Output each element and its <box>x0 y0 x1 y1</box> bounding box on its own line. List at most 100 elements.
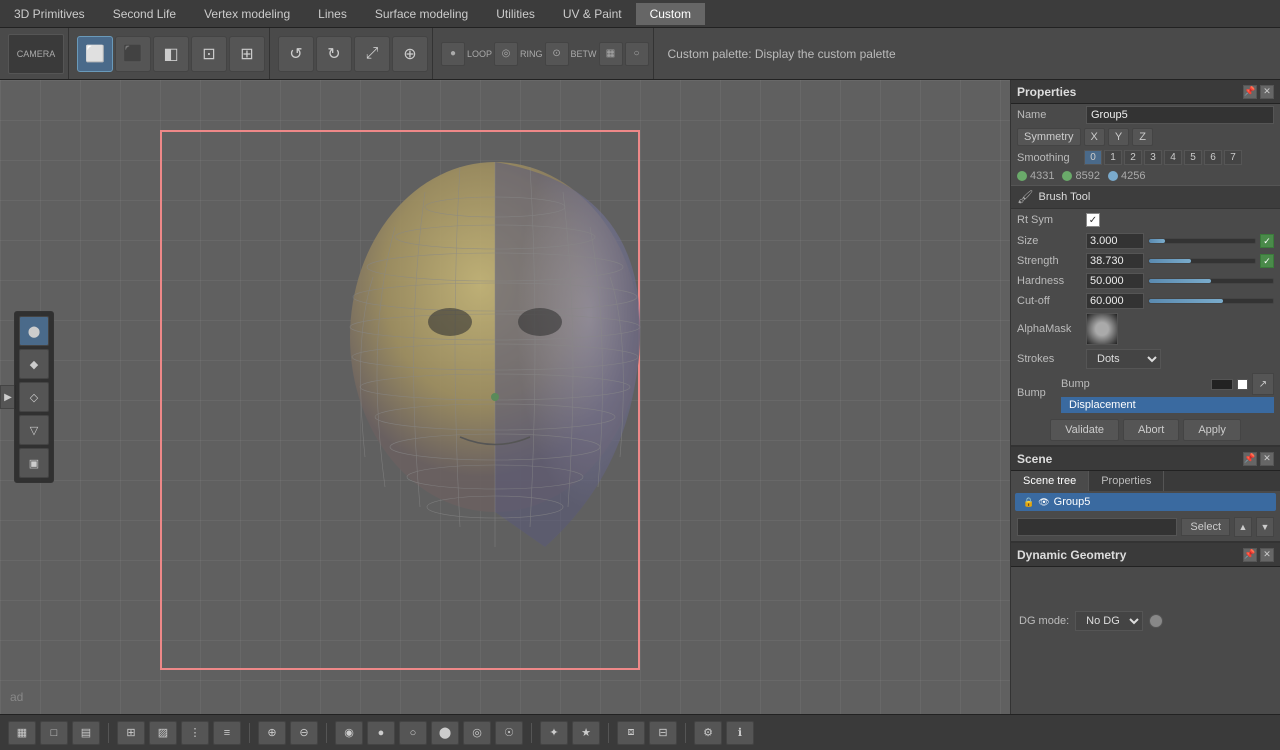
status-settings-button[interactable]: ⚙ <box>694 721 722 745</box>
scene-pin-button[interactable]: 📌 <box>1243 452 1257 466</box>
tab-properties[interactable]: Properties <box>1089 471 1164 491</box>
scene-arrow-down-button[interactable]: ▼ <box>1256 517 1274 537</box>
validate-button[interactable]: Validate <box>1050 419 1119 441</box>
select-ring[interactable]: ◎ <box>494 42 518 66</box>
alphamask-preview[interactable] <box>1086 313 1118 345</box>
size-row: Size ✓ <box>1011 231 1280 251</box>
hardness-slider[interactable] <box>1148 278 1274 284</box>
menu-item-vertex-modeling[interactable]: Vertex modeling <box>190 3 304 25</box>
left-tool-4[interactable]: ▽ <box>19 415 49 445</box>
smoothing-3[interactable]: 3 <box>1144 150 1162 165</box>
menu-item-custom[interactable]: Custom <box>636 3 705 25</box>
dg-mode-select[interactable]: No DG Low Mid High <box>1075 611 1143 631</box>
bump-action-button[interactable]: ↗ <box>1252 373 1274 395</box>
left-tool-5[interactable]: ▣ <box>19 448 49 478</box>
name-input[interactable] <box>1086 106 1274 124</box>
smoothing-6[interactable]: 6 <box>1204 150 1222 165</box>
displacement-button[interactable]: Displacement <box>1061 397 1274 413</box>
strength-check[interactable]: ✓ <box>1260 254 1274 268</box>
scene-group5-item[interactable]: 🔒 👁 Group5 <box>1015 493 1276 511</box>
smoothing-5[interactable]: 5 <box>1184 150 1202 165</box>
select-mode1[interactable]: ▦ <box>599 42 623 66</box>
sym-z-button[interactable]: Z <box>1132 128 1153 146</box>
properties-close-button[interactable]: ✕ <box>1260 85 1274 99</box>
size-check[interactable]: ✓ <box>1260 234 1274 248</box>
view-front-button[interactable]: ⬛ <box>115 36 151 72</box>
status-tool2-button[interactable]: ⊟ <box>649 721 677 745</box>
cutoff-slider[interactable] <box>1148 298 1274 304</box>
smoothing-0[interactable]: 0 <box>1084 150 1102 165</box>
smoothing-7[interactable]: 7 <box>1224 150 1242 165</box>
status-frame-button[interactable]: □ <box>40 721 68 745</box>
stat-vertices: 4331 <box>1017 170 1054 182</box>
status-render1-button[interactable]: ✦ <box>540 721 568 745</box>
hardness-input[interactable] <box>1086 273 1144 289</box>
status-view4-button[interactable]: ⬤ <box>431 721 459 745</box>
bump-color-swatch[interactable] <box>1211 379 1233 390</box>
scene-select-button[interactable]: Select <box>1181 518 1230 536</box>
menu-item-surface-modeling[interactable]: Surface modeling <box>361 3 482 25</box>
scene-close-button[interactable]: ✕ <box>1260 452 1274 466</box>
menu-item-uv-&-paint[interactable]: UV & Paint <box>549 3 636 25</box>
smoothing-2[interactable]: 2 <box>1124 150 1142 165</box>
status-mode-button[interactable]: ⋮ <box>181 721 209 745</box>
menu-item-second-life[interactable]: Second Life <box>99 3 190 25</box>
symmetry-row: Symmetry X Y Z <box>1011 126 1280 148</box>
strength-slider[interactable] <box>1148 258 1256 264</box>
scene-arrow-up-button[interactable]: ▲ <box>1234 517 1252 537</box>
smoothing-4[interactable]: 4 <box>1164 150 1182 165</box>
properties-pin-button[interactable]: 📌 <box>1243 85 1257 99</box>
status-split-button[interactable]: ▤ <box>72 721 100 745</box>
strokes-select[interactable]: Dots Lines Airbrush <box>1086 349 1161 369</box>
status-view5-button[interactable]: ◎ <box>463 721 491 745</box>
status-tool1-button[interactable]: ⧈ <box>617 721 645 745</box>
smoothing-1[interactable]: 1 <box>1104 150 1122 165</box>
status-snap-button[interactable]: ⊞ <box>117 721 145 745</box>
status-render2-button[interactable]: ★ <box>572 721 600 745</box>
left-tool-1[interactable]: ⬤ <box>19 316 49 346</box>
left-tool-3[interactable]: ◇ <box>19 382 49 412</box>
status-grid-button[interactable]: ▦ <box>8 721 36 745</box>
select-loop[interactable]: ● <box>441 42 465 66</box>
status-view1-button[interactable]: ◉ <box>335 721 363 745</box>
dg-close-button[interactable]: ✕ <box>1260 548 1274 562</box>
status-view2-button[interactable]: ● <box>367 721 395 745</box>
size-input[interactable] <box>1086 233 1144 249</box>
select-between[interactable]: ⊙ <box>545 42 569 66</box>
view-side-button[interactable]: ◧ <box>153 36 189 72</box>
transform-button-1[interactable]: ↺ <box>278 36 314 72</box>
rt-sym-checkbox[interactable]: ✓ <box>1086 213 1100 227</box>
view-perspective-button[interactable]: ⬜ <box>77 36 113 72</box>
tab-scene-tree[interactable]: Scene tree <box>1011 471 1089 491</box>
scene-search-input[interactable] <box>1017 518 1177 536</box>
status-wire-button[interactable]: ≡ <box>213 721 241 745</box>
camera-button[interactable]: CAMERA <box>8 34 64 74</box>
symmetry-button[interactable]: Symmetry <box>1017 128 1081 146</box>
transform-button-2[interactable]: ↻ <box>316 36 352 72</box>
apply-button[interactable]: Apply <box>1183 419 1241 441</box>
status-info-button[interactable]: ℹ <box>726 721 754 745</box>
status-add-button[interactable]: ⊕ <box>258 721 286 745</box>
transform-button-3[interactable]: ⤢ <box>354 36 390 72</box>
strength-input[interactable] <box>1086 253 1144 269</box>
left-tool-2[interactable]: ◆ <box>19 349 49 379</box>
menu-item-lines[interactable]: Lines <box>304 3 361 25</box>
sym-y-button[interactable]: Y <box>1108 128 1129 146</box>
view-quad-button[interactable]: ⊞ <box>229 36 265 72</box>
select-mode2[interactable]: ○ <box>625 42 649 66</box>
status-remove-button[interactable]: ⊖ <box>290 721 318 745</box>
status-view3-button[interactable]: ○ <box>399 721 427 745</box>
abort-button[interactable]: Abort <box>1123 419 1179 441</box>
menu-item-3d-primitives[interactable]: 3D Primitives <box>0 3 99 25</box>
sym-x-button[interactable]: X <box>1084 128 1105 146</box>
status-view6-button[interactable]: ☉ <box>495 721 523 745</box>
cutoff-input[interactable] <box>1086 293 1144 309</box>
dg-pin-button[interactable]: 📌 <box>1243 548 1257 562</box>
viewport[interactable]: ▶ ⬤ ◆ ◇ ▽ ▣ <box>0 80 1010 714</box>
view-top-button[interactable]: ⊡ <box>191 36 227 72</box>
size-slider[interactable] <box>1148 238 1256 244</box>
status-mesh-button[interactable]: ▨ <box>149 721 177 745</box>
transform-button-4[interactable]: ⊕ <box>392 36 428 72</box>
menu-item-utilities[interactable]: Utilities <box>482 3 549 25</box>
bump-white-swatch[interactable] <box>1237 379 1248 390</box>
